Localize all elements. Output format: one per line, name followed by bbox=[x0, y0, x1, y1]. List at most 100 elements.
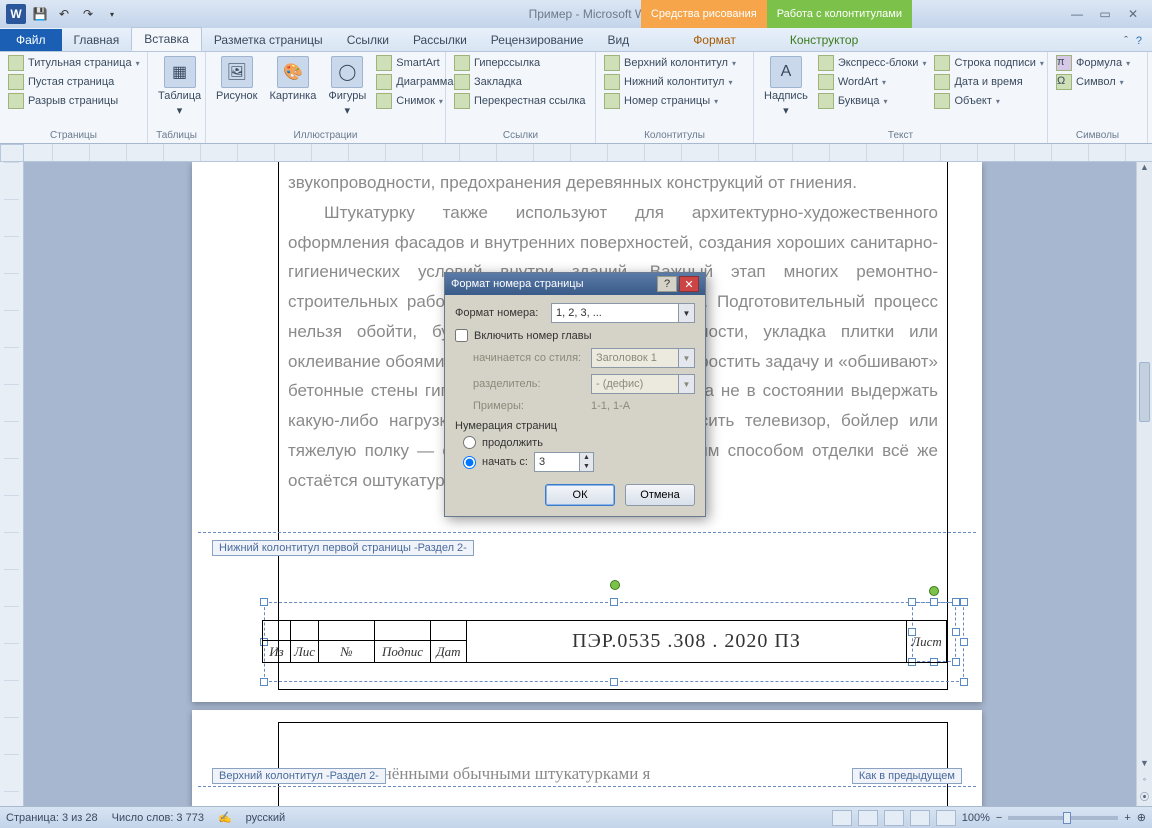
status-language[interactable]: русский bbox=[246, 812, 285, 824]
scroll-up-icon[interactable]: ▲ bbox=[1137, 162, 1152, 178]
spin-down-icon[interactable]: ▼ bbox=[580, 462, 593, 471]
view-fullscreen-icon[interactable] bbox=[858, 810, 878, 826]
view-outline-icon[interactable] bbox=[910, 810, 930, 826]
ruler-corner[interactable] bbox=[0, 144, 24, 162]
cover-page-button[interactable]: Титульная страница▾ bbox=[6, 54, 142, 72]
crossref-button[interactable]: Перекрестная ссылка bbox=[452, 92, 588, 110]
view-draft-icon[interactable] bbox=[936, 810, 956, 826]
dialog-close-button[interactable]: ✕ bbox=[679, 276, 699, 292]
undo-icon[interactable]: ↶ bbox=[54, 4, 74, 24]
datetime-button[interactable]: Дата и время bbox=[932, 73, 1045, 91]
include-chapter-checkbox[interactable] bbox=[455, 329, 468, 342]
resize-handle[interactable] bbox=[260, 598, 268, 606]
status-page[interactable]: Страница: 3 из 28 bbox=[6, 812, 98, 824]
zoom-slider[interactable] bbox=[1008, 816, 1118, 820]
tab-references[interactable]: Ссылки bbox=[335, 29, 401, 51]
resize-handle[interactable] bbox=[610, 598, 618, 606]
picture-button[interactable]: 🖼Рисунок bbox=[212, 54, 262, 104]
minimize-ribbon-icon[interactable]: ˆ bbox=[1124, 35, 1128, 47]
resize-handle[interactable] bbox=[952, 598, 960, 606]
maximize-button[interactable]: ▭ bbox=[1092, 5, 1118, 23]
close-button[interactable]: ✕ bbox=[1120, 5, 1146, 23]
tab-home[interactable]: Главная bbox=[62, 29, 132, 51]
rotate-handle-icon[interactable] bbox=[610, 580, 620, 590]
page-break-button[interactable]: Разрыв страницы bbox=[6, 92, 142, 110]
chevron-down-icon[interactable]: ▼ bbox=[678, 304, 694, 322]
scroll-down-icon[interactable]: ▼ bbox=[1137, 758, 1152, 774]
help-icon[interactable]: ? bbox=[1136, 35, 1142, 47]
hyperlink-button[interactable]: Гиперссылка bbox=[452, 54, 588, 72]
vertical-scrollbar[interactable]: ▲ ▼ ◦ ⦿ bbox=[1136, 162, 1152, 806]
screenshot-button[interactable]: Снимок▾ bbox=[374, 92, 455, 110]
resize-handle[interactable] bbox=[908, 598, 916, 606]
header-button[interactable]: Верхний колонтитул▾ bbox=[602, 54, 738, 72]
clipart-button[interactable]: 🎨Картинка bbox=[266, 54, 321, 104]
prev-page-icon[interactable]: ◦ bbox=[1137, 774, 1152, 790]
smartart-button[interactable]: SmartArt bbox=[374, 54, 455, 72]
dialog-help-button[interactable]: ? bbox=[657, 276, 677, 292]
bookmark-button[interactable]: Закладка bbox=[452, 73, 588, 91]
title-block-table[interactable]: ПЭР.0535 .308 . 2020 ПЗ Лист Из Лис № По… bbox=[262, 620, 947, 663]
chapter-style-combo: Заголовок 1▼ bbox=[591, 348, 695, 368]
vertical-ruler[interactable] bbox=[0, 162, 24, 806]
textbox-button[interactable]: AНадпись▾ bbox=[760, 54, 812, 119]
save-icon[interactable]: 💾 bbox=[30, 4, 50, 24]
object-button[interactable]: Объект▾ bbox=[932, 92, 1045, 110]
page-number-button[interactable]: Номер страницы▾ bbox=[602, 92, 738, 110]
ok-button[interactable]: ОК bbox=[545, 484, 615, 506]
document-page-2[interactable]: Верхний колонтитул -Раздел 2- Как в пред… bbox=[192, 710, 982, 806]
tab-designer[interactable]: Конструктор bbox=[778, 29, 870, 51]
dialog-titlebar[interactable]: Формат номера страницы ? ✕ bbox=[445, 273, 705, 295]
number-format-combo[interactable]: 1, 2, 3, ...▼ bbox=[551, 303, 695, 323]
zoom-fit-icon[interactable]: ⊕ bbox=[1137, 811, 1146, 824]
qat-dropdown-icon[interactable]: ▾ bbox=[102, 4, 122, 24]
resize-handle[interactable] bbox=[930, 598, 938, 606]
cancel-button[interactable]: Отмена bbox=[625, 484, 695, 506]
resize-handle[interactable] bbox=[960, 678, 968, 686]
resize-handle[interactable] bbox=[952, 658, 960, 666]
tab-mailings[interactable]: Рассылки bbox=[401, 29, 479, 51]
resize-handle[interactable] bbox=[952, 628, 960, 636]
view-print-layout-icon[interactable] bbox=[832, 810, 852, 826]
status-zoom[interactable]: 100% bbox=[962, 812, 990, 824]
shapes-button[interactable]: ◯Фигуры▾ bbox=[324, 54, 370, 119]
minimize-button[interactable]: — bbox=[1064, 5, 1090, 23]
page-number-format-dialog: Формат номера страницы ? ✕ Формат номера… bbox=[444, 272, 706, 517]
tab-layout[interactable]: Разметка страницы bbox=[202, 29, 335, 51]
table-button[interactable]: ▦Таблица▾ bbox=[154, 54, 205, 119]
redo-icon[interactable]: ↷ bbox=[78, 4, 98, 24]
start-at-spinner[interactable]: 3 ▲▼ bbox=[534, 452, 594, 472]
equation-button[interactable]: πФормула▾ bbox=[1054, 54, 1132, 72]
tab-review[interactable]: Рецензирование bbox=[479, 29, 596, 51]
resize-handle[interactable] bbox=[610, 678, 618, 686]
start-at-radio[interactable] bbox=[463, 456, 476, 469]
resize-handle[interactable] bbox=[260, 678, 268, 686]
spin-up-icon[interactable]: ▲ bbox=[580, 453, 593, 462]
scroll-thumb[interactable] bbox=[1139, 362, 1150, 422]
footer-button[interactable]: Нижний колонтитул▾ bbox=[602, 73, 738, 91]
view-web-icon[interactable] bbox=[884, 810, 904, 826]
zoom-in-button[interactable]: + bbox=[1124, 812, 1130, 824]
ribbon-help: ˆ ? bbox=[1114, 31, 1152, 51]
rotate-handle-icon[interactable] bbox=[929, 586, 939, 596]
chart-button[interactable]: Диаграмма bbox=[374, 73, 455, 91]
wordart-button[interactable]: WordArt▾ bbox=[816, 73, 929, 91]
resize-handle[interactable] bbox=[960, 598, 968, 606]
status-word-count[interactable]: Число слов: 3 773 bbox=[112, 812, 204, 824]
tab-insert[interactable]: Вставка bbox=[131, 27, 202, 51]
next-page-icon[interactable]: ⦿ bbox=[1137, 790, 1152, 806]
signature-button[interactable]: Строка подписи▾ bbox=[932, 54, 1045, 72]
quickparts-button[interactable]: Экспресс-блоки▾ bbox=[816, 54, 929, 72]
zoom-thumb[interactable] bbox=[1063, 812, 1071, 824]
continue-radio[interactable] bbox=[463, 436, 476, 449]
zoom-out-button[interactable]: − bbox=[996, 812, 1002, 824]
symbol-button[interactable]: ΩСимвол▾ bbox=[1054, 73, 1132, 91]
tab-view[interactable]: Вид bbox=[595, 29, 641, 51]
blank-page-button[interactable]: Пустая страница bbox=[6, 73, 142, 91]
tab-format[interactable]: Формат bbox=[681, 29, 748, 51]
horizontal-ruler[interactable] bbox=[24, 144, 1152, 162]
dropcap-button[interactable]: Буквица▾ bbox=[816, 92, 929, 110]
resize-handle[interactable] bbox=[960, 638, 968, 646]
proofing-icon[interactable]: ✍ bbox=[218, 811, 232, 824]
tab-file[interactable]: Файл bbox=[0, 29, 62, 51]
